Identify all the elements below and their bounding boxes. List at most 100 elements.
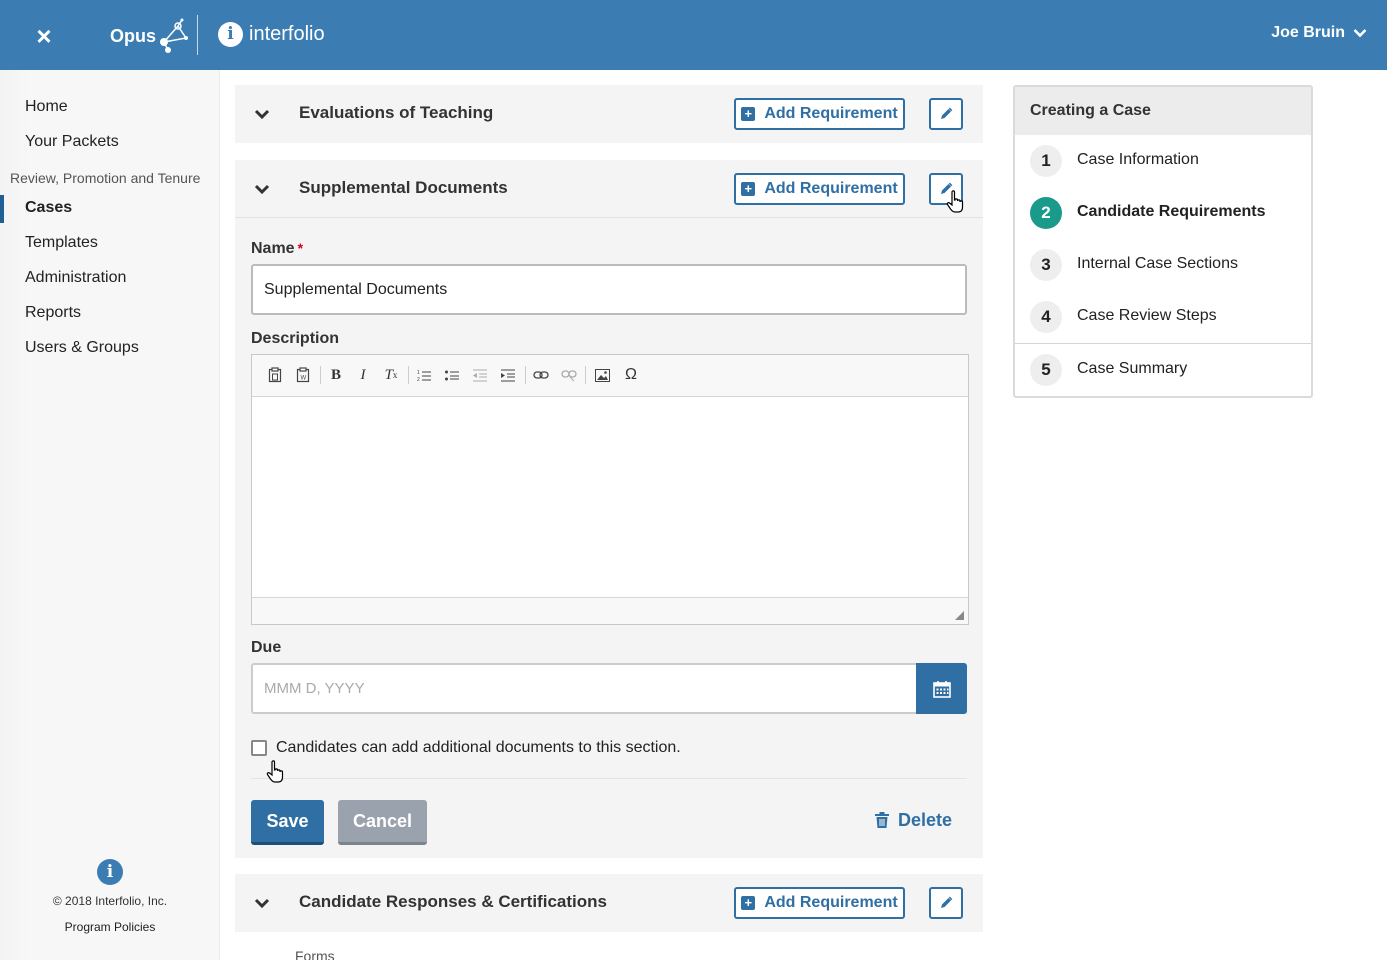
description-text-area[interactable]	[252, 397, 968, 597]
toolbar-separator	[525, 366, 526, 384]
calendar-icon	[932, 680, 951, 698]
numbered-list-icon[interactable]: 12	[414, 365, 434, 385]
sidebar-item-your-packets[interactable]: Your Packets	[25, 133, 119, 151]
sidebar-item-administration[interactable]: Administration	[25, 269, 126, 287]
decrease-indent-icon[interactable]	[470, 365, 490, 385]
user-name: Joe Bruin	[1271, 24, 1345, 41]
trash-icon	[875, 812, 889, 828]
name-input[interactable]	[251, 264, 967, 315]
bulleted-list-icon[interactable]	[442, 365, 462, 385]
sidebar-section-heading: Review, Promotion and Tenure	[10, 170, 201, 186]
sidebar: Home Your Packets Review, Promotion and …	[0, 70, 220, 960]
step-label: Case Review Steps	[1077, 307, 1217, 324]
image-icon[interactable]	[592, 365, 612, 385]
section-evaluations-of-teaching: Evaluations of Teaching + Add Requiremen…	[235, 85, 983, 143]
step-number: 4	[1030, 301, 1062, 333]
user-menu[interactable]: Joe Bruin	[1271, 24, 1367, 42]
step-label: Internal Case Sections	[1077, 255, 1238, 272]
info-icon[interactable]: i	[97, 859, 123, 885]
opus-logo[interactable]: Opus	[110, 18, 190, 54]
due-date-input[interactable]	[251, 663, 917, 714]
paste-from-word-icon[interactable]: W	[293, 365, 313, 385]
svg-text:W: W	[301, 376, 307, 382]
add-requirement-label: Add Requirement	[764, 180, 898, 197]
steps-title: Creating a Case	[1015, 87, 1311, 135]
step-case-summary[interactable]: 5 Case Summary	[1015, 344, 1311, 396]
save-button[interactable]: Save	[251, 800, 324, 845]
editor-toolbar: W B I Tx 12 Ω	[252, 355, 968, 397]
interfolio-logo-text: interfolio	[249, 22, 325, 45]
add-requirement-label: Add Requirement	[764, 894, 898, 911]
step-label: Case Summary	[1077, 360, 1188, 377]
toolbar-separator	[585, 366, 586, 384]
logo-divider	[197, 15, 198, 55]
remove-format-icon[interactable]: Tx	[381, 365, 401, 385]
delete-button[interactable]: Delete	[875, 808, 952, 832]
additional-documents-label[interactable]: Candidates can add additional documents …	[276, 739, 681, 757]
italic-icon[interactable]: I	[353, 365, 373, 385]
additional-documents-checkbox[interactable]	[251, 740, 267, 756]
section-header: Candidate Responses & Certifications + A…	[235, 874, 983, 932]
required-marker: *	[297, 240, 304, 256]
opus-logo-text: Opus	[110, 25, 157, 46]
step-candidate-requirements[interactable]: 2 Candidate Requirements	[1015, 187, 1311, 239]
editor-status-bar	[252, 597, 968, 624]
sidebar-item-home[interactable]: Home	[25, 98, 68, 116]
step-case-review-steps[interactable]: 4 Case Review Steps	[1015, 291, 1311, 343]
step-number: 1	[1030, 145, 1062, 177]
interfolio-logo[interactable]: i interfolio	[218, 20, 325, 48]
svg-text:2: 2	[417, 377, 420, 382]
add-requirement-label: Add Requirement	[764, 105, 898, 122]
step-case-information[interactable]: 1 Case Information	[1015, 135, 1311, 187]
name-field-label: Name *	[251, 240, 303, 258]
case-creation-steps: Creating a Case 1 Case Information 2 Can…	[1013, 85, 1313, 398]
increase-indent-icon[interactable]	[498, 365, 518, 385]
section-supplemental-documents: Supplemental Documents + Add Requirement…	[235, 160, 983, 858]
chevron-down-icon[interactable]	[253, 180, 271, 198]
section-header: Evaluations of Teaching + Add Requiremen…	[235, 85, 983, 143]
paste-icon[interactable]	[265, 365, 285, 385]
resize-handle-icon[interactable]	[955, 611, 964, 620]
add-requirement-button[interactable]: + Add Requirement	[734, 98, 905, 130]
sidebar-item-reports[interactable]: Reports	[25, 304, 81, 322]
section-header: Supplemental Documents + Add Requirement	[235, 160, 983, 218]
name-label-text: Name	[251, 240, 295, 257]
section-title: Supplemental Documents	[299, 178, 508, 197]
program-policies-link[interactable]: Program Policies	[0, 920, 220, 934]
chevron-down-icon[interactable]	[253, 105, 271, 123]
sidebar-item-users-groups[interactable]: Users & Groups	[25, 339, 139, 357]
cancel-button[interactable]: Cancel	[338, 800, 427, 845]
bold-icon[interactable]: B	[326, 365, 346, 385]
edit-section-button[interactable]	[929, 887, 963, 919]
unlink-icon[interactable]	[559, 365, 579, 385]
chevron-down-icon[interactable]	[253, 894, 271, 912]
step-number: 5	[1030, 354, 1062, 386]
edit-section-button[interactable]	[929, 173, 963, 205]
step-label: Candidate Requirements	[1077, 203, 1266, 220]
step-number: 3	[1030, 249, 1062, 281]
svg-text:1: 1	[417, 370, 420, 376]
calendar-button[interactable]	[916, 663, 967, 714]
sidebar-active-indicator	[0, 195, 4, 223]
toolbar-separator	[408, 366, 409, 384]
sidebar-item-cases[interactable]: Cases	[25, 199, 72, 217]
section-candidate-responses-certifications: Candidate Responses & Certifications + A…	[235, 874, 983, 932]
copyright-text: © 2018 Interfolio, Inc.	[52, 894, 168, 908]
description-rich-text-editor: W B I Tx 12 Ω	[251, 354, 969, 625]
step-label: Case Information	[1077, 151, 1199, 168]
opus-network-icon	[160, 18, 189, 53]
interfolio-info-icon: i	[218, 21, 243, 47]
link-icon[interactable]	[531, 365, 551, 385]
pencil-icon	[941, 107, 953, 119]
section-title: Evaluations of Teaching	[299, 103, 494, 122]
edit-section-button[interactable]	[929, 98, 963, 130]
step-internal-case-sections[interactable]: 3 Internal Case Sections	[1015, 239, 1311, 291]
add-requirement-button[interactable]: + Add Requirement	[734, 173, 905, 205]
pencil-icon	[941, 182, 953, 194]
forms-subheading: Forms	[295, 948, 335, 960]
close-icon[interactable]: ×	[30, 22, 58, 50]
sidebar-item-templates[interactable]: Templates	[25, 234, 98, 252]
special-character-icon[interactable]: Ω	[621, 365, 641, 385]
add-requirement-button[interactable]: + Add Requirement	[734, 887, 905, 919]
due-field-label: Due	[251, 639, 282, 656]
